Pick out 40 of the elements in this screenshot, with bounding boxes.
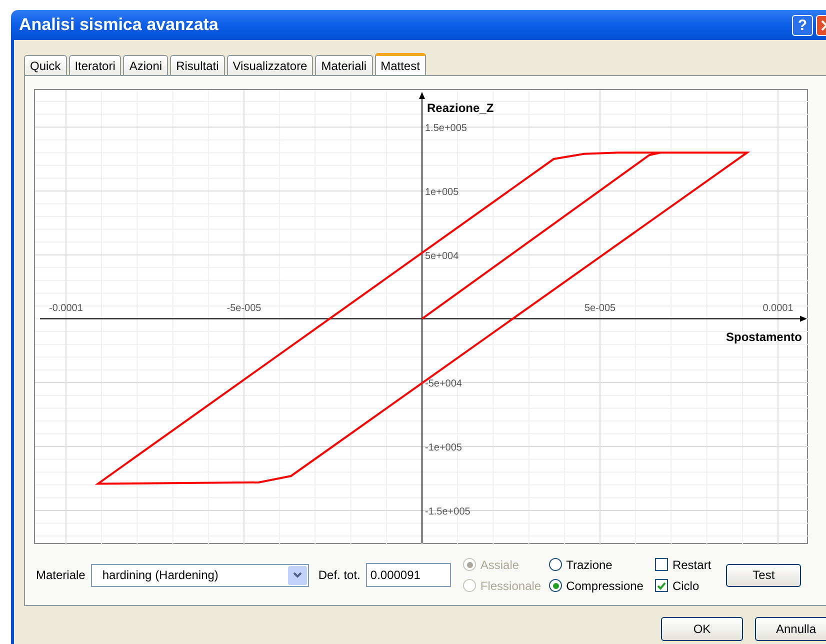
radio-label: Flessionale	[480, 578, 542, 594]
y-tick-label: -5e+004	[425, 378, 462, 390]
y-axis-title: Reazione_Z	[427, 101, 494, 115]
chevron-down-icon	[293, 572, 302, 578]
y-tick-label: 1.5e+005	[425, 123, 467, 134]
x-tick-label: 5e-005	[584, 302, 616, 314]
radio-button[interactable]	[549, 579, 562, 592]
tab[interactable]: Mattest	[374, 53, 426, 75]
radio-label: Trazione	[566, 556, 612, 574]
x-tick-label: 0.0001	[762, 302, 794, 314]
tab[interactable]: Risultati	[170, 55, 225, 75]
radio-button[interactable]	[549, 558, 562, 571]
tab[interactable]: Azioni	[123, 55, 168, 75]
radio-label: Compressione	[566, 578, 644, 594]
y-tick-label: -1e+005	[425, 442, 462, 454]
def-tot-label: Def. tot.	[318, 567, 360, 584]
tab[interactable]: Quick	[24, 55, 67, 75]
y-tick-label: 5e+004	[425, 250, 459, 262]
x-tick-label: -0.0001	[49, 302, 83, 314]
tab[interactable]: Iteratori	[68, 55, 122, 75]
dialog-button[interactable]: OK	[661, 617, 743, 641]
checkbox[interactable]	[655, 558, 668, 571]
checkbox[interactable]	[655, 579, 668, 592]
radio-label: Assiale	[480, 556, 520, 574]
test-button[interactable]: Test	[726, 564, 802, 586]
window-title: Analisi sismica avanzata	[19, 14, 220, 36]
checkbox-label: Restart	[672, 556, 712, 574]
material-label: Materiale	[36, 567, 86, 584]
check-icon	[657, 582, 666, 590]
tab[interactable]: Visualizzatore	[226, 55, 314, 75]
def-tot-field[interactable]: 0.000091	[366, 563, 452, 587]
tab[interactable]: Materiali	[315, 55, 373, 75]
y-tick-label: 1e+005	[425, 186, 459, 198]
x-axis-title: Spostamento	[726, 330, 802, 344]
help-button[interactable]: ?	[792, 14, 813, 36]
material-dropdown[interactable]: hardining (Hardening)	[91, 564, 310, 586]
dialog-button[interactable]: Annulla	[755, 617, 826, 641]
y-tick-label: -1.5e+005	[425, 506, 470, 518]
checkbox-label: Ciclo	[672, 578, 700, 594]
x-tick-label: -5e-005	[226, 302, 262, 314]
